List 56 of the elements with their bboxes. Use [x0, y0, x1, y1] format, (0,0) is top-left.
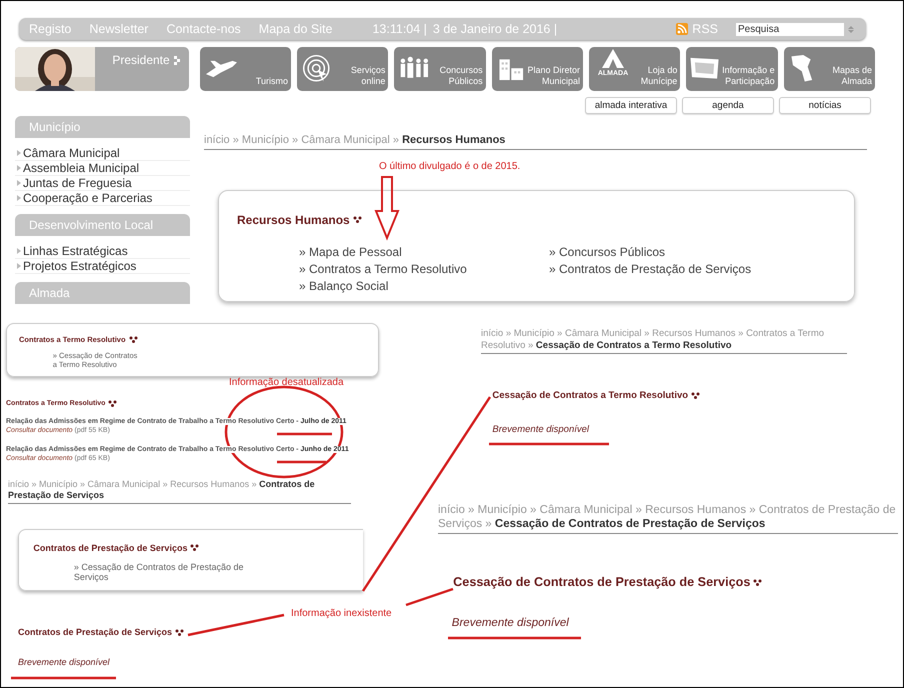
menu-tile[interactable]: Concursos Públicos	[394, 47, 486, 91]
sidebar-link[interactable]: Assembleia Municipal	[15, 161, 190, 176]
section-title: Contratos de Prestação de Serviços	[18, 627, 172, 637]
status-message: Brevemente disponível	[18, 656, 110, 667]
sidebar-link[interactable]: Projetos Estratégicos	[15, 259, 190, 274]
bullet-icon	[17, 180, 21, 186]
menu-tile[interactable]: Plano Diretor Municipal	[492, 47, 583, 91]
annotation-text: O último divulgado é o de 2015.	[379, 161, 520, 172]
menu-tile[interactable]: Informação e Participação	[686, 47, 778, 91]
arrow-icon	[174, 56, 181, 66]
rss-icon	[676, 23, 688, 35]
content-link[interactable]: » Concursos Públicos	[549, 244, 666, 259]
section-title: Contratos de Prestação de Serviços	[33, 542, 188, 553]
breadcrumb[interactable]: início » Município » Câmara Municipal » Recursos Humanos	[204, 134, 867, 150]
down-arrow	[374, 176, 400, 241]
bullet-icon	[17, 263, 21, 269]
annotation-text: Informação inexistente	[291, 608, 392, 619]
sidebar-link[interactable]: Juntas de Freguesia	[15, 176, 190, 191]
ornament-icon	[352, 216, 362, 224]
ornament-icon	[175, 628, 184, 636]
bullet-icon	[17, 165, 21, 171]
content-link[interactable]: » Contratos a Termo Resolutivo	[299, 262, 467, 276]
section-title: Recursos Humanos	[237, 212, 350, 227]
underline-mark	[277, 432, 332, 436]
quick-link[interactable]: agenda	[682, 97, 774, 114]
section-title: Cessação de Contratos de Prestação de Serviços	[453, 575, 750, 590]
sidebar-link[interactable]: Cooperação e Parcerias	[15, 191, 190, 206]
ornament-icon	[753, 578, 762, 586]
status-message: Brevemente disponível	[492, 424, 590, 435]
menu-tile[interactable]: Mapas de Almada	[784, 47, 875, 91]
menu-tile[interactable]: Turismo	[200, 47, 292, 91]
search-field[interactable]: Pesquisa	[736, 22, 844, 36]
ornament-icon	[128, 336, 138, 342]
section-title: Cessação de Contratos a Termo Resolutivo	[492, 390, 688, 401]
bullet-icon	[17, 248, 21, 254]
spinner-icon	[848, 24, 854, 34]
sidebar-link[interactable]: Linhas Estratégicas	[15, 244, 190, 259]
menu-tile[interactable]: Serviços online	[297, 47, 388, 91]
ornament-icon	[691, 392, 700, 399]
ornament-icon	[190, 544, 200, 552]
status-message: Brevemente disponível	[452, 617, 569, 630]
content-link[interactable]: » Balanço Social	[299, 278, 388, 293]
bullet-icon	[17, 195, 21, 201]
content-link[interactable]: » Contratos de Prestação de Serviços	[549, 262, 752, 276]
annotation-text: Informação desatualizada	[229, 377, 344, 388]
bullet-icon	[17, 150, 21, 156]
ornament-icon	[108, 400, 118, 407]
content-link[interactable]: » Mapa de Pessoal	[299, 244, 402, 259]
quick-link[interactable]: almada interativa	[585, 97, 677, 114]
breadcrumb[interactable]: início » Município » Câmara Municipal » Recursos Humanos » Contratos de Prestação de Serviços » Cessação de Contratos de Prestação de Serviços	[438, 503, 898, 534]
breadcrumb[interactable]: início » Município » Câmara Municipal » Recursos Humanos » Contratos a Termo Resolutivo » Cessação de Contratos a Termo Resolutivo	[481, 328, 847, 354]
quick-link[interactable]: notícias	[779, 97, 871, 114]
underline-mark	[277, 460, 326, 464]
sidebar-link[interactable]: Câmara Municipal	[15, 146, 190, 161]
content-link[interactable]: » Cessação de Contratos de Prestação de Serviços	[74, 562, 254, 582]
breadcrumb[interactable]: início » Município » Câmara Municipal » Recursos Humanos » Contratos de Prestação de Serviços	[8, 479, 351, 504]
